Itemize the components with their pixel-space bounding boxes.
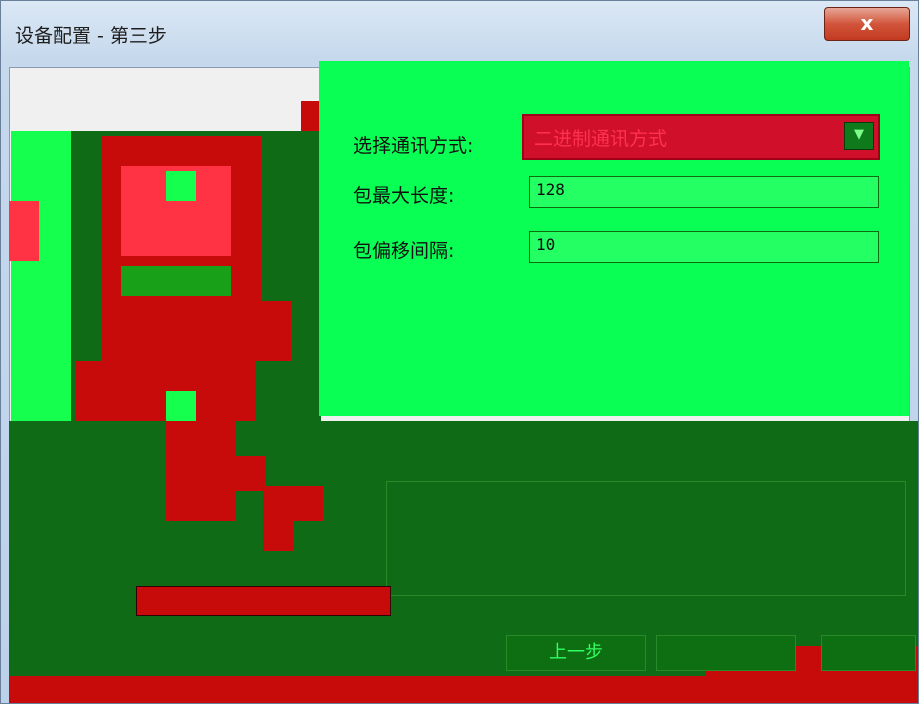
prev-button[interactable]: 上一步: [506, 635, 646, 671]
art-block: [101, 301, 291, 361]
art-block: [9, 201, 39, 261]
art-block: [11, 131, 71, 451]
chevron-down-icon[interactable]: ▼: [844, 122, 874, 150]
comm-mode-label: 选择通讯方式:: [353, 135, 474, 157]
art-block: [166, 421, 236, 521]
close-button[interactable]: x: [824, 7, 910, 41]
window-title: 设备配置 - 第三步: [15, 25, 167, 47]
art-block: [386, 481, 906, 596]
art-block: [166, 391, 196, 421]
art-block: [263, 516, 293, 551]
title-bar: 设备配置 - 第三步 x: [1, 1, 918, 63]
cancel-button[interactable]: [821, 635, 916, 671]
comm-mode-select[interactable]: 二进制通讯方式 ▼: [522, 114, 880, 160]
max-length-label: 包最大长度:: [353, 185, 455, 207]
comm-mode-value: 二进制通讯方式: [534, 128, 668, 150]
art-block: [231, 456, 266, 491]
max-length-field[interactable]: 128: [529, 176, 879, 208]
art-block: [121, 266, 231, 296]
offset-interval-label: 包偏移间隔:: [353, 240, 455, 262]
next-button[interactable]: [656, 635, 796, 671]
art-block: [136, 586, 391, 616]
dialog-window: 设备配置 - 第三步 x 选择通讯方式: 二进制通讯方式 ▼ 包最大长度: 12…: [0, 0, 919, 704]
art-block: [166, 171, 196, 201]
offset-interval-field[interactable]: 10: [529, 231, 879, 263]
